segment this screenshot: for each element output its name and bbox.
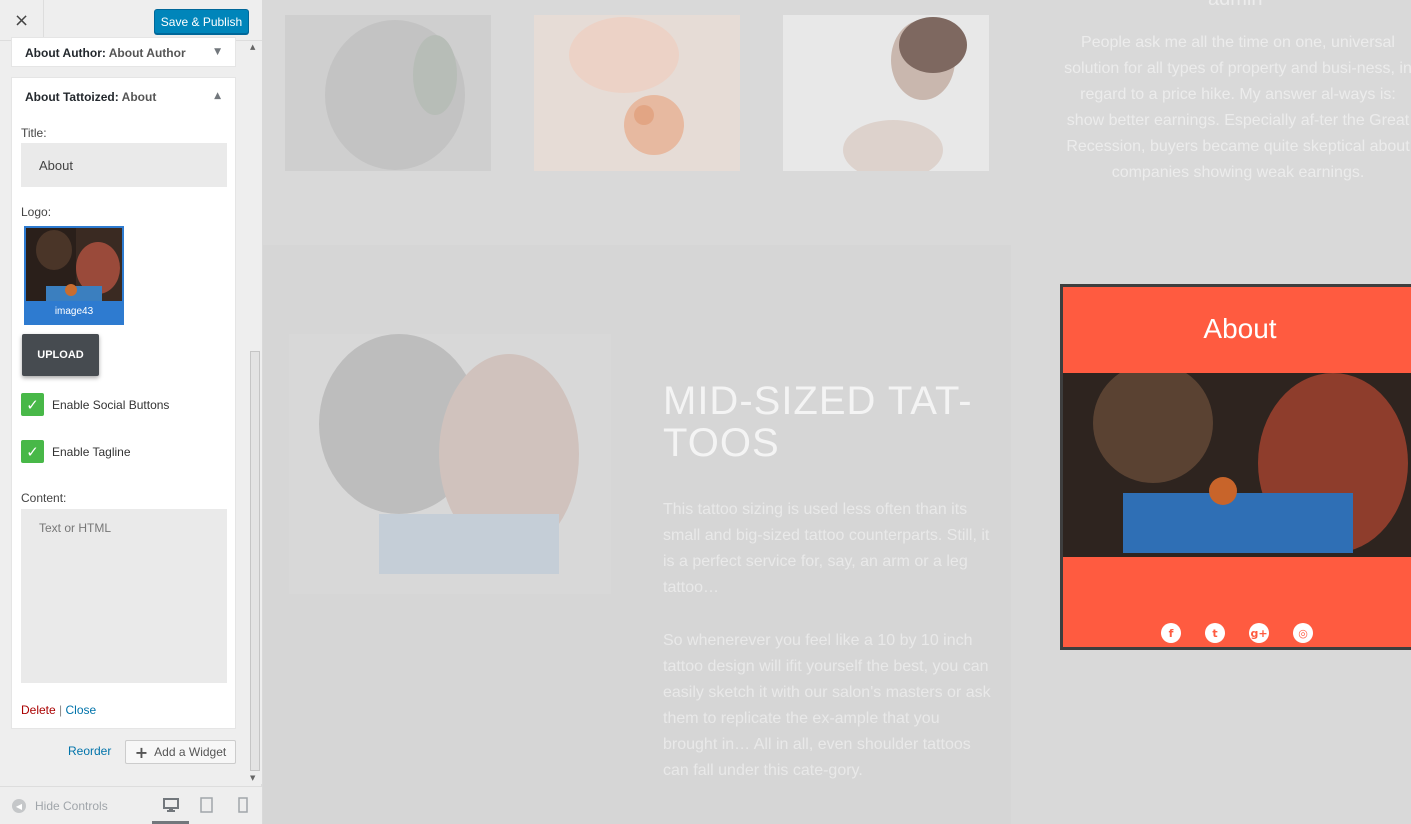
reorder-link[interactable]: Reorder (68, 744, 111, 758)
widget-about-tattoized[interactable]: About Tattoized: About ▲ (11, 77, 236, 116)
collapse-icon: ◀ (12, 799, 26, 813)
add-widget-button[interactable]: + Add a Widget (125, 740, 236, 764)
scroll-up-icon[interactable]: ▲ (250, 43, 255, 51)
google-plus-icon[interactable]: g+ (1249, 623, 1269, 643)
chevron-down-icon[interactable]: ▼ (214, 47, 221, 57)
tablet-preview-icon[interactable] (198, 797, 216, 813)
author-bio: People ask me all the time on one, unive… (1064, 34, 1411, 181)
enable-tagline-toggle[interactable]: ✓ Enable Tagline (21, 440, 131, 463)
widget-actions: Delete | Close (21, 703, 96, 717)
gallery-image-1[interactable] (285, 15, 491, 171)
gallery-image-3[interactable] (783, 15, 989, 171)
site-preview: admin People ask me all the time on one,… (263, 0, 1411, 824)
widget-panel: About Author: About Author ▼ About Tatto… (11, 37, 236, 771)
close-icon: × (13, 10, 30, 31)
mobile-preview-icon[interactable] (234, 797, 252, 813)
scroll-down-icon[interactable]: ▼ (250, 774, 255, 782)
hide-controls-label: Hide Controls (35, 799, 108, 813)
logo-thumbnail[interactable]: image43 (24, 226, 124, 325)
title-input[interactable]: About (21, 143, 227, 187)
twitter-icon[interactable]: t (1205, 623, 1225, 643)
widget-about-author[interactable]: About Author: About Author ▼ (11, 37, 236, 67)
checkbox-tagline[interactable]: ✓ (21, 440, 44, 463)
save-publish-button[interactable]: Save & Publish (154, 9, 249, 34)
enable-social-toggle[interactable]: ✓ Enable Social Buttons (21, 393, 169, 416)
plus-icon: + (134, 742, 149, 762)
desktop-preview-icon[interactable] (162, 797, 180, 813)
facebook-icon[interactable]: f (1161, 623, 1181, 643)
customizer-sidebar: × Save & Publish About Author: About Aut… (0, 0, 262, 824)
author-heading: admin (1208, 0, 1262, 11)
close-customizer-button[interactable]: × (0, 0, 44, 41)
content-label: Content: (21, 491, 67, 505)
content-textarea[interactable]: Text or HTML (21, 509, 227, 683)
separator: | (59, 703, 63, 717)
hide-controls-button[interactable]: ◀ Hide Controls (12, 799, 108, 813)
logo-caption: image43 (26, 301, 122, 323)
service-paragraph-2: So whenerever you feel like a 10 by 10 i… (663, 632, 991, 779)
close-link[interactable]: Close (66, 703, 97, 717)
add-widget-label: Add a Widget (154, 745, 227, 759)
tagline-label: Enable Tagline (52, 444, 131, 459)
about-logo-image (1063, 373, 1411, 557)
widget-title: About Author (108, 46, 186, 60)
widget-name: About Tattoized (25, 90, 115, 104)
about-title: About (1203, 313, 1277, 344)
instagram-icon[interactable]: ◎ (1293, 623, 1313, 643)
widget-title: About (121, 90, 157, 104)
chevron-up-icon[interactable]: ▲ (214, 91, 221, 101)
social-buttons: f t g+ ◎ (1161, 623, 1337, 643)
service-headline: MID-SIZED TAT-TOOS (663, 379, 973, 465)
widget-form: Title: About Logo: image43 UPLOAD ✓ Enab… (11, 115, 236, 729)
service-paragraph-1: This tattoo sizing is used less often th… (663, 501, 990, 596)
scrollbar-thumb[interactable] (250, 351, 260, 771)
social-label: Enable Social Buttons (52, 397, 170, 412)
gallery-image-2[interactable] (534, 15, 740, 171)
upload-button[interactable]: UPLOAD (22, 334, 99, 376)
logo-label: Logo: (21, 205, 52, 219)
checkbox-social[interactable]: ✓ (21, 393, 44, 416)
title-label: Title: (21, 126, 47, 140)
about-widget-preview[interactable]: About f t g+ ◎ (1060, 284, 1411, 650)
widget-name: About Author (25, 46, 102, 60)
customizer-header: × Save & Publish (0, 0, 262, 41)
delete-link[interactable]: Delete (21, 703, 56, 717)
customizer-footer: ◀ Hide Controls (0, 786, 262, 824)
sidebar-scrollbar[interactable]: ▲ ▼ (248, 41, 262, 784)
service-image (289, 334, 611, 594)
